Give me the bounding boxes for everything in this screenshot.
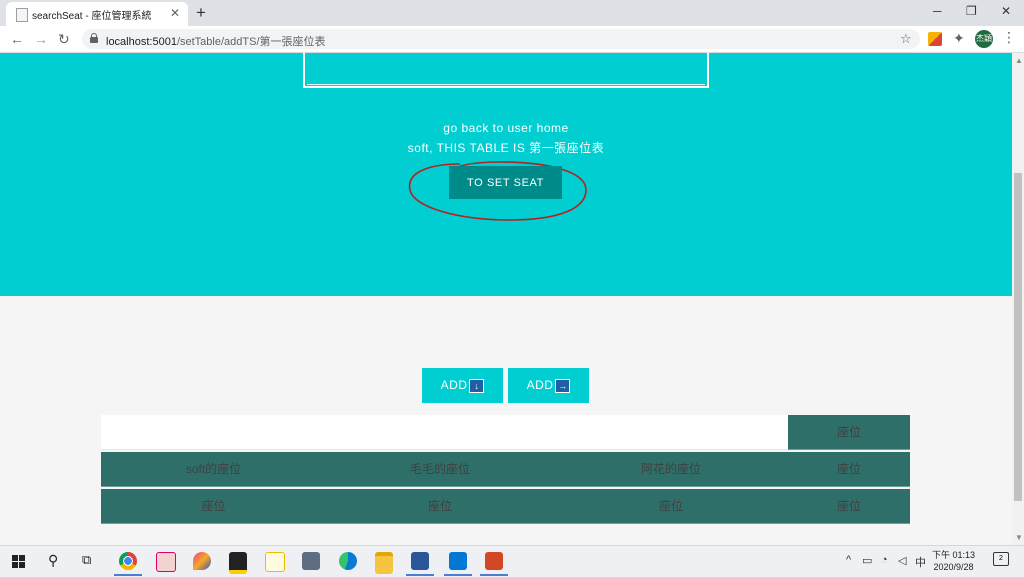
clock-time: 下午 01:13 (932, 550, 976, 560)
table-cell[interactable]: 座位 (788, 415, 910, 450)
to-set-seat-button[interactable]: TO SET SEAT (449, 166, 562, 199)
volume-icon[interactable]: ◁ (898, 554, 906, 567)
browser-menu-icon[interactable]: ⋮ (1002, 29, 1016, 46)
notification-center-icon[interactable]: 2 (993, 552, 1009, 566)
back-home-link[interactable]: go back to user home (0, 121, 1012, 135)
windows-taskbar: ⚲ ⧉ ^ ▭ ◔ ◁ 中 下午 01:13 2020/9/28 2 (0, 545, 1024, 577)
powerpoint-icon[interactable] (485, 552, 503, 570)
table-cell[interactable]: 座位 (326, 489, 554, 524)
edge-icon[interactable] (339, 552, 357, 570)
wifi-icon[interactable]: ◔ (881, 554, 888, 566)
hero-section: go back to user home soft, THIS TABLE IS… (0, 53, 1012, 296)
table-row: soft的座位 毛毛的座位 阿花的座位 座位 (101, 452, 910, 487)
tab-title: searchSeat - 座位管理系統 (32, 11, 152, 22)
sticky-notes-icon[interactable] (229, 552, 247, 574)
table-cell[interactable] (101, 415, 788, 450)
table-cell[interactable]: soft的座位 (101, 452, 326, 487)
tray-chevron-icon[interactable]: ^ (846, 554, 851, 566)
tab-close-icon[interactable]: ✕ (170, 6, 180, 20)
table-subtitle: soft, THIS TABLE IS 第一張座位表 (407, 141, 605, 155)
bookmark-star-icon[interactable]: ☆ (900, 31, 912, 47)
table-row: 座位 (101, 415, 910, 450)
arrow-down-icon: ↓ (469, 378, 485, 393)
clock-date: 2020/9/28 (933, 562, 974, 572)
windows-start-icon[interactable] (12, 555, 25, 568)
table-cell[interactable]: 座位 (788, 489, 910, 524)
task-view-icon[interactable]: ⧉ (82, 552, 91, 568)
extensions-puzzle-icon[interactable]: ✦ (953, 30, 965, 47)
add-column-button[interactable]: ADD → (508, 368, 589, 403)
restore-window-button[interactable]: ❐ (966, 4, 977, 18)
forward-arrow-icon[interactable]: → (34, 31, 48, 47)
table-cell[interactable]: 阿花的座位 (554, 452, 788, 487)
snipping-tool-icon[interactable] (156, 552, 176, 572)
word-icon[interactable] (411, 552, 429, 570)
add-row-button[interactable]: ADD ↓ (422, 368, 503, 403)
scroll-down-icon[interactable]: ▼ (1015, 533, 1023, 542)
file-explorer-icon[interactable] (375, 552, 393, 574)
minimize-window-button[interactable]: ─ (933, 4, 942, 18)
paint-3d-icon[interactable] (193, 552, 211, 570)
vscode-icon[interactable] (449, 552, 467, 570)
address-bar[interactable]: localhost:5001/setTable/addTS/第一張座位表 ☆ (82, 29, 920, 49)
table-cell[interactable]: 座位 (554, 489, 788, 524)
reload-icon[interactable]: ↻ (58, 31, 70, 48)
url-text: localhost:5001/setTable/addTS/第一張座位表 (106, 36, 326, 48)
browser-toolbar: ← → ↻ localhost:5001/setTable/addTS/第一張座… (0, 26, 1024, 53)
tool-icon[interactable] (265, 552, 285, 572)
battery-icon[interactable]: ▭ (862, 554, 872, 567)
page-scrollbar[interactable]: ▲ ▼ (1012, 53, 1024, 545)
browser-tab-strip: searchSeat - 座位管理系統 ✕ + ─ ❐ ✕ (0, 0, 1024, 26)
scroll-up-icon[interactable]: ▲ (1015, 56, 1023, 65)
table-row: 座位 座位 座位 座位 (101, 489, 910, 524)
page-viewport: go back to user home soft, THIS TABLE IS… (0, 53, 1012, 545)
scrollbar-thumb[interactable] (1014, 173, 1022, 501)
page-favicon-icon (16, 8, 28, 22)
seat-table-frame (303, 53, 709, 88)
arrow-right-icon: → (555, 378, 571, 393)
table-cell[interactable]: 毛毛的座位 (326, 452, 554, 487)
system-clock[interactable]: 下午 01:13 2020/9/28 (932, 549, 975, 573)
profile-avatar[interactable]: 杰穎 (975, 30, 993, 48)
close-window-button[interactable]: ✕ (1001, 4, 1011, 18)
table-cell[interactable]: 座位 (788, 452, 910, 487)
chrome-icon[interactable] (119, 552, 137, 570)
calculator-icon[interactable] (302, 552, 320, 570)
browser-tab[interactable]: searchSeat - 座位管理系統 ✕ (6, 2, 188, 26)
lock-icon (90, 33, 98, 43)
back-arrow-icon[interactable]: ← (10, 31, 24, 47)
table-cell[interactable]: 座位 (101, 489, 326, 524)
extension-icon[interactable] (928, 32, 942, 46)
ime-indicator[interactable]: 中 (915, 554, 926, 570)
new-tab-button[interactable]: + (196, 3, 206, 23)
search-icon[interactable]: ⚲ (48, 552, 58, 569)
